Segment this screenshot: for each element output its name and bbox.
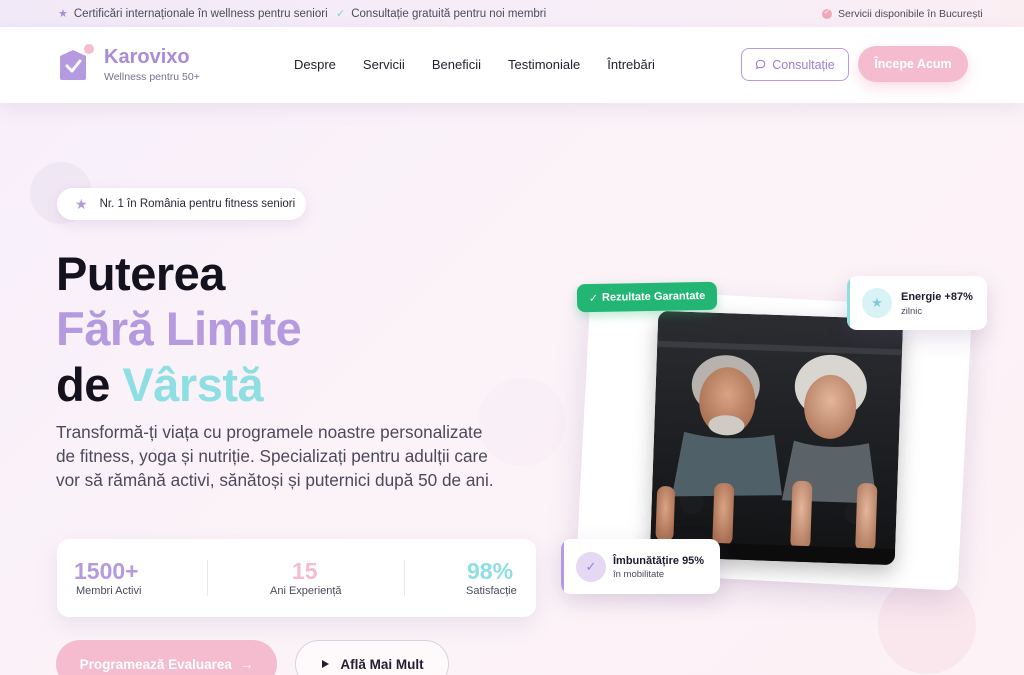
stat-members: 1500+ Membri Activi xyxy=(74,539,194,617)
nav-item-intrebari[interactable]: Întrebări xyxy=(607,57,655,72)
stat-divider xyxy=(207,560,208,596)
topbar-consultation: Consultație gratuită pentru noi membri xyxy=(351,7,547,20)
topbar-item: ★ Certificări internaționale în wellness… xyxy=(58,7,328,21)
topbar-certifications: Certificări internaționale în wellness p… xyxy=(73,7,328,20)
mobility-title: Îmbunătățire 95% xyxy=(613,555,705,567)
card-accent-bar xyxy=(847,276,850,330)
learn-more-button[interactable]: Află Mai Mult xyxy=(295,640,449,675)
nav-item-servicii[interactable]: Servicii xyxy=(363,57,405,72)
hero-title-accent: Vârstă xyxy=(122,358,264,411)
schedule-evaluation-button[interactable]: Programează Evaluarea → xyxy=(56,640,277,675)
stat-label: Satisfacție xyxy=(466,585,517,597)
mobility-stat-card: ✓ Îmbunătățire 95% în mobilitate xyxy=(561,539,720,594)
mobility-subtitle: în mobilitate xyxy=(613,569,665,580)
schedule-evaluation-label: Programează Evaluarea xyxy=(79,656,232,672)
brand-name[interactable]: Karovixo xyxy=(104,46,190,69)
start-now-button[interactable]: Începe Acum xyxy=(858,46,968,82)
stat-value: 1500+ xyxy=(74,558,139,584)
energy-subtitle: zilnic xyxy=(901,306,923,317)
check-icon: ✓ xyxy=(336,8,346,20)
hero-title-line1: Puterea xyxy=(56,247,225,300)
results-guaranteed-tag: ✓ Rezultate Garantate xyxy=(576,281,718,313)
top-info-bar: ★ Certificări internaționale în wellness… xyxy=(0,0,1024,27)
hero-title-line3-prefix: de xyxy=(56,358,123,411)
nav-item-beneficii[interactable]: Beneficii xyxy=(432,57,481,72)
hero-badge-text: Nr. 1 în România pentru fitness seniori xyxy=(99,198,296,210)
star-icon: ★ xyxy=(75,195,88,212)
energy-stat-card: ★ Energie +87% zilnic xyxy=(847,276,987,330)
seniors-workout-photo xyxy=(649,310,904,566)
site-header: Karovixo Wellness pentru 50+ Despre Serv… xyxy=(0,27,1024,103)
learn-more-label: Află Mai Mult xyxy=(340,656,424,672)
star-icon: ★ xyxy=(58,8,68,20)
stat-satisfaction: 98% Satisfacție xyxy=(457,539,527,617)
topbar-location: Servicii disponibile în București xyxy=(822,8,983,20)
hero-description: Transformă-ți viața cu programele noastr… xyxy=(56,422,494,490)
stat-value: 15 xyxy=(292,558,318,584)
stat-label: Ani Experiență xyxy=(270,585,342,597)
nav-item-despre[interactable]: Despre xyxy=(294,57,336,72)
stat-value: 98% xyxy=(467,558,514,584)
hero-badge: ★ Nr. 1 în România pentru fitness senior… xyxy=(57,188,306,220)
hero-title-line2: Fără Limite xyxy=(56,302,302,355)
location-icon xyxy=(822,8,832,19)
card-accent-bar xyxy=(561,539,564,594)
decor-circle xyxy=(878,576,976,674)
stat-divider xyxy=(404,560,405,596)
topbar-location-text: Servicii disponibile în București xyxy=(838,8,983,20)
stats-card: 1500+ Membri Activi 15 Ani Experiență 98… xyxy=(57,539,536,617)
check-circle-icon: ✓ xyxy=(576,552,606,582)
stat-experience: 15 Ani Experiență xyxy=(257,539,357,617)
consultation-button[interactable]: Consultație xyxy=(741,48,849,81)
hero-title-line3: de Vârstă xyxy=(56,358,264,411)
check-icon: ✓ xyxy=(588,292,599,305)
energy-title: Energie +87% xyxy=(901,291,973,303)
nav-item-testimoniale[interactable]: Testimoniale xyxy=(508,57,580,72)
results-guaranteed-label: Rezultate Garantate xyxy=(601,289,706,304)
chat-icon xyxy=(755,59,766,70)
main-nav: Despre Servicii Beneficii Testimoniale Î… xyxy=(294,57,655,72)
star-icon: ★ xyxy=(862,288,892,318)
arrow-right-icon: → xyxy=(239,656,254,672)
logo-icon[interactable] xyxy=(58,44,96,82)
brand-tagline: Wellness pentru 50+ xyxy=(104,71,200,83)
topbar-item: ✓ Consultație gratuită pentru noi membri xyxy=(336,7,547,21)
play-icon xyxy=(322,660,330,668)
consultation-label: Consultație xyxy=(772,57,835,72)
stat-label: Membri Activi xyxy=(76,585,142,597)
